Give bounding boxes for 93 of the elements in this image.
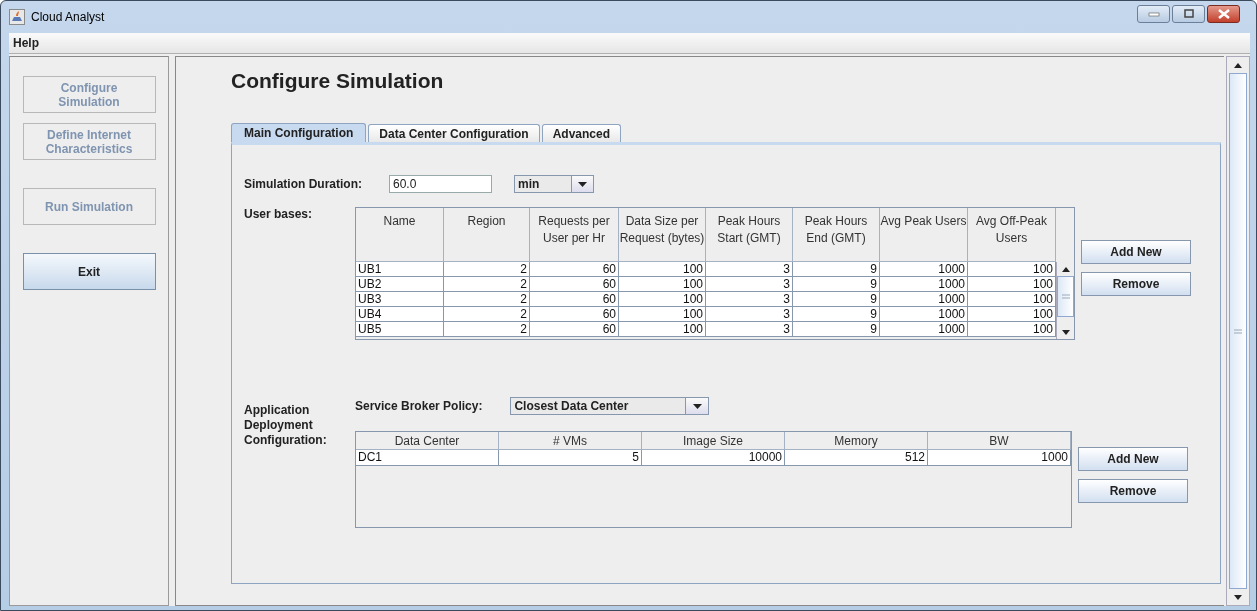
caret-icon xyxy=(577,181,587,187)
sidebar-button[interactable]: Exit xyxy=(22,253,156,290)
column-header[interactable]: Avg Peak Users xyxy=(880,208,968,262)
table-cell: 1000 xyxy=(880,262,968,277)
tab[interactable]: Data Center Configuration xyxy=(368,124,540,142)
caret-icon xyxy=(692,403,702,409)
table-cell: 9 xyxy=(793,292,880,307)
scroll-thumb[interactable] xyxy=(1057,276,1074,317)
table-cell: 3 xyxy=(706,292,793,307)
column-header[interactable]: Peak Hours Start (GMT) xyxy=(706,208,793,262)
table-cell: 2 xyxy=(444,262,530,277)
table-cell: 2 xyxy=(444,277,530,292)
table-cell: UB5 xyxy=(356,322,444,337)
deployment-label: Application Deployment Configuration: xyxy=(244,403,328,449)
page-heading: Configure Simulation xyxy=(231,69,445,94)
table-action-button[interactable]: Remove xyxy=(1078,479,1188,503)
table-action-button[interactable]: Add New xyxy=(1081,240,1191,264)
minimize-button[interactable] xyxy=(1137,5,1170,23)
column-header[interactable]: BW xyxy=(928,432,1071,450)
maximize-icon xyxy=(1182,9,1195,19)
grip-icon xyxy=(1234,328,1242,334)
table-cell: 60 xyxy=(530,307,619,322)
column-header[interactable]: Name xyxy=(356,208,444,262)
table-cell: 100 xyxy=(968,277,1056,292)
table-cell: 5 xyxy=(499,450,642,466)
duration-field[interactable]: 60.0 xyxy=(389,175,492,193)
table-cell: 60 xyxy=(530,322,619,337)
column-header[interactable]: Data Center xyxy=(356,432,499,450)
grip-icon xyxy=(1061,294,1070,299)
table-cell: 100 xyxy=(619,322,706,337)
table-action-button[interactable]: Remove xyxy=(1081,272,1191,296)
table-cell: 1000 xyxy=(880,322,968,337)
up-arrow-icon xyxy=(1061,266,1070,272)
table-cell: 100 xyxy=(619,292,706,307)
table-cell: 60 xyxy=(530,292,619,307)
table-action-button[interactable]: Add New xyxy=(1078,447,1188,471)
table-cell: 2 xyxy=(444,322,530,337)
up-arrow-icon[interactable] xyxy=(1234,62,1242,68)
down-arrow-icon[interactable] xyxy=(1234,594,1242,600)
window-title: Cloud Analyst xyxy=(31,10,105,24)
table-cell: 100 xyxy=(619,262,706,277)
table-cell: 2 xyxy=(444,292,530,307)
table-cell: 1000 xyxy=(880,307,968,322)
table-cell: 9 xyxy=(793,307,880,322)
table-cell: 9 xyxy=(793,322,880,337)
column-header[interactable]: Requests per User per Hr xyxy=(530,208,619,262)
table-cell: 3 xyxy=(706,307,793,322)
table-cell: 100 xyxy=(968,292,1056,307)
table-cell: 1000 xyxy=(928,450,1071,466)
close-button[interactable] xyxy=(1207,5,1240,23)
table-cell: 100 xyxy=(619,307,706,322)
table-cell: 100 xyxy=(968,262,1056,277)
table-cell: DC1 xyxy=(356,450,499,466)
table-cell: UB3 xyxy=(356,292,444,307)
table-cell: 100 xyxy=(968,307,1056,322)
table-cell: 2 xyxy=(444,307,530,322)
table-cell: 1000 xyxy=(880,277,968,292)
duration-label: Simulation Duration: xyxy=(244,177,362,191)
table-cell: UB1 xyxy=(356,262,444,277)
menu-item[interactable]: Help xyxy=(9,36,43,50)
table-cell: 3 xyxy=(706,277,793,292)
table-cell: 3 xyxy=(706,262,793,277)
table-cell: 60 xyxy=(530,262,619,277)
policy-dropdown[interactable]: Closest Data Center xyxy=(510,397,710,415)
table-cell: 100 xyxy=(619,277,706,292)
close-icon xyxy=(1216,9,1231,19)
column-header[interactable]: Memory xyxy=(785,432,928,450)
minimize-icon xyxy=(1147,11,1160,17)
table-cell: 9 xyxy=(793,262,880,277)
table-cell: 60 xyxy=(530,277,619,292)
tab[interactable]: Advanced xyxy=(541,124,622,142)
maximize-button[interactable] xyxy=(1172,5,1205,23)
table-cell: UB4 xyxy=(356,307,444,322)
table-cell: UB2 xyxy=(356,277,444,292)
column-header[interactable]: Peak Hours End (GMT) xyxy=(793,208,880,262)
column-header[interactable]: Region xyxy=(444,208,530,262)
unit-dropdown[interactable]: min xyxy=(514,175,594,193)
table-cell: 512 xyxy=(785,450,928,466)
user-bases-label: User bases: xyxy=(244,207,314,223)
column-header[interactable]: Avg Off-Peak Users xyxy=(968,208,1056,262)
table-cell: 10000 xyxy=(642,450,785,466)
policy-label: Service Broker Policy: xyxy=(355,399,483,413)
down-arrow-icon xyxy=(1061,329,1070,335)
table-cell: 9 xyxy=(793,277,880,292)
tab[interactable]: Main Configuration xyxy=(231,123,367,142)
table-cell: 100 xyxy=(968,322,1056,337)
app-icon xyxy=(9,9,25,25)
table-cell: 3 xyxy=(706,322,793,337)
column-header[interactable]: Image Size xyxy=(642,432,785,450)
table-cell: 1000 xyxy=(880,292,968,307)
column-header[interactable]: # VMs xyxy=(499,432,642,450)
scrollbar[interactable] xyxy=(1226,56,1250,606)
column-header[interactable]: Data Size per Request (bytes) xyxy=(619,208,706,262)
